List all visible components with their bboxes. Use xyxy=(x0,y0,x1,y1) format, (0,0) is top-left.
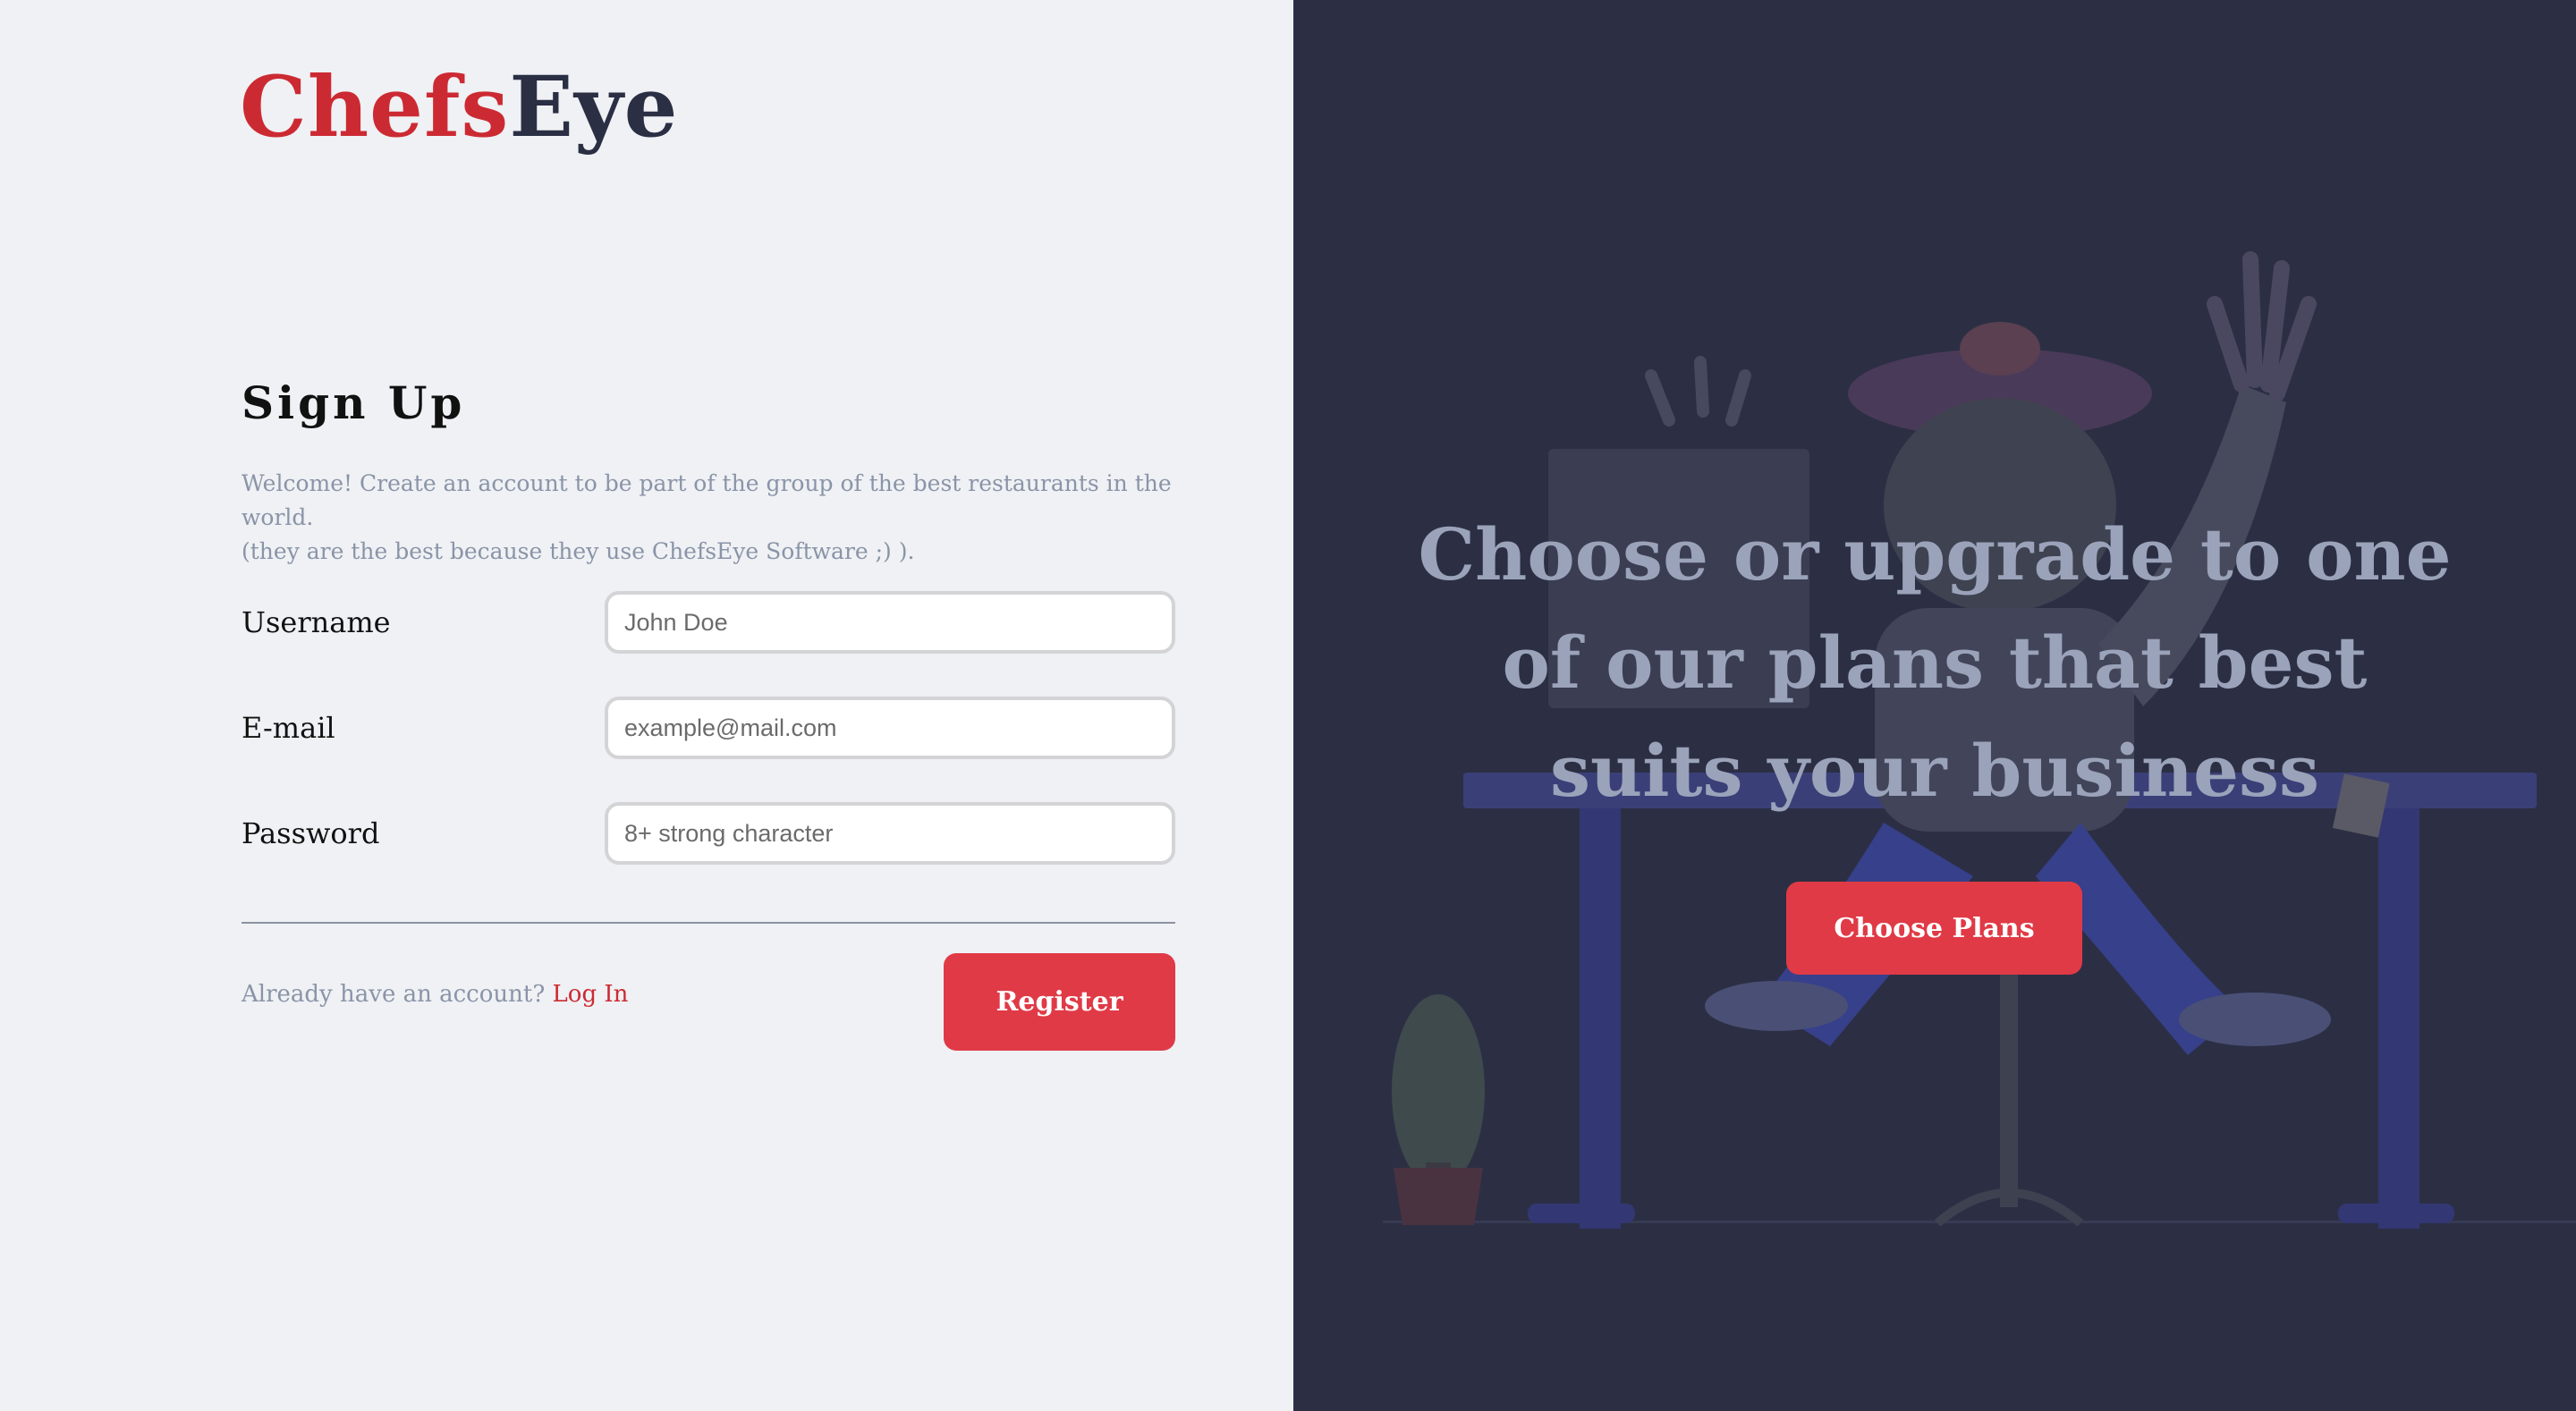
username-label: Username xyxy=(242,605,391,639)
password-label: Password xyxy=(242,816,380,850)
promo-headline-line-2: of our plans that best xyxy=(1502,621,2368,705)
email-label: E-mail xyxy=(242,711,335,745)
chefseye-logo: ChefsEye xyxy=(240,54,678,161)
plant-icon xyxy=(1392,994,1485,1225)
signup-panel: ChefsEye Sign Up Welcome! Create an acco… xyxy=(0,0,1293,1411)
login-prompt-text: Already have an account? xyxy=(242,981,546,1008)
password-input[interactable] xyxy=(605,802,1175,865)
form-divider xyxy=(242,922,1175,924)
username-input[interactable] xyxy=(605,591,1175,654)
password-row: Password xyxy=(242,802,1175,865)
login-prompt: Already have an account? Log In xyxy=(242,981,628,1008)
logo-part-chefs: Chefs xyxy=(240,58,510,156)
register-button[interactable]: Register xyxy=(944,953,1175,1051)
logo-part-eye: Eye xyxy=(509,58,679,156)
page-title: Sign Up xyxy=(242,376,466,429)
email-row: E-mail xyxy=(242,697,1175,759)
welcome-line-2: (they are the best because they use Chef… xyxy=(242,538,915,564)
username-row: Username xyxy=(242,591,1175,654)
welcome-text: Welcome! Create an account to be part of… xyxy=(242,467,1208,569)
promo-panel: Choose or upgrade to one of our plans th… xyxy=(1293,0,2576,1411)
email-input[interactable] xyxy=(605,697,1175,759)
choose-plans-button[interactable]: Choose Plans xyxy=(1786,882,2082,975)
promo-headline-line-1: Choose or upgrade to one xyxy=(1418,512,2452,596)
login-link[interactable]: Log In xyxy=(553,981,629,1008)
promo-headline-line-3: suits your business xyxy=(1549,729,2320,813)
welcome-line-1: Welcome! Create an account to be part of… xyxy=(242,470,1172,530)
promo-headline: Choose or upgrade to one of our plans th… xyxy=(1293,501,2576,825)
